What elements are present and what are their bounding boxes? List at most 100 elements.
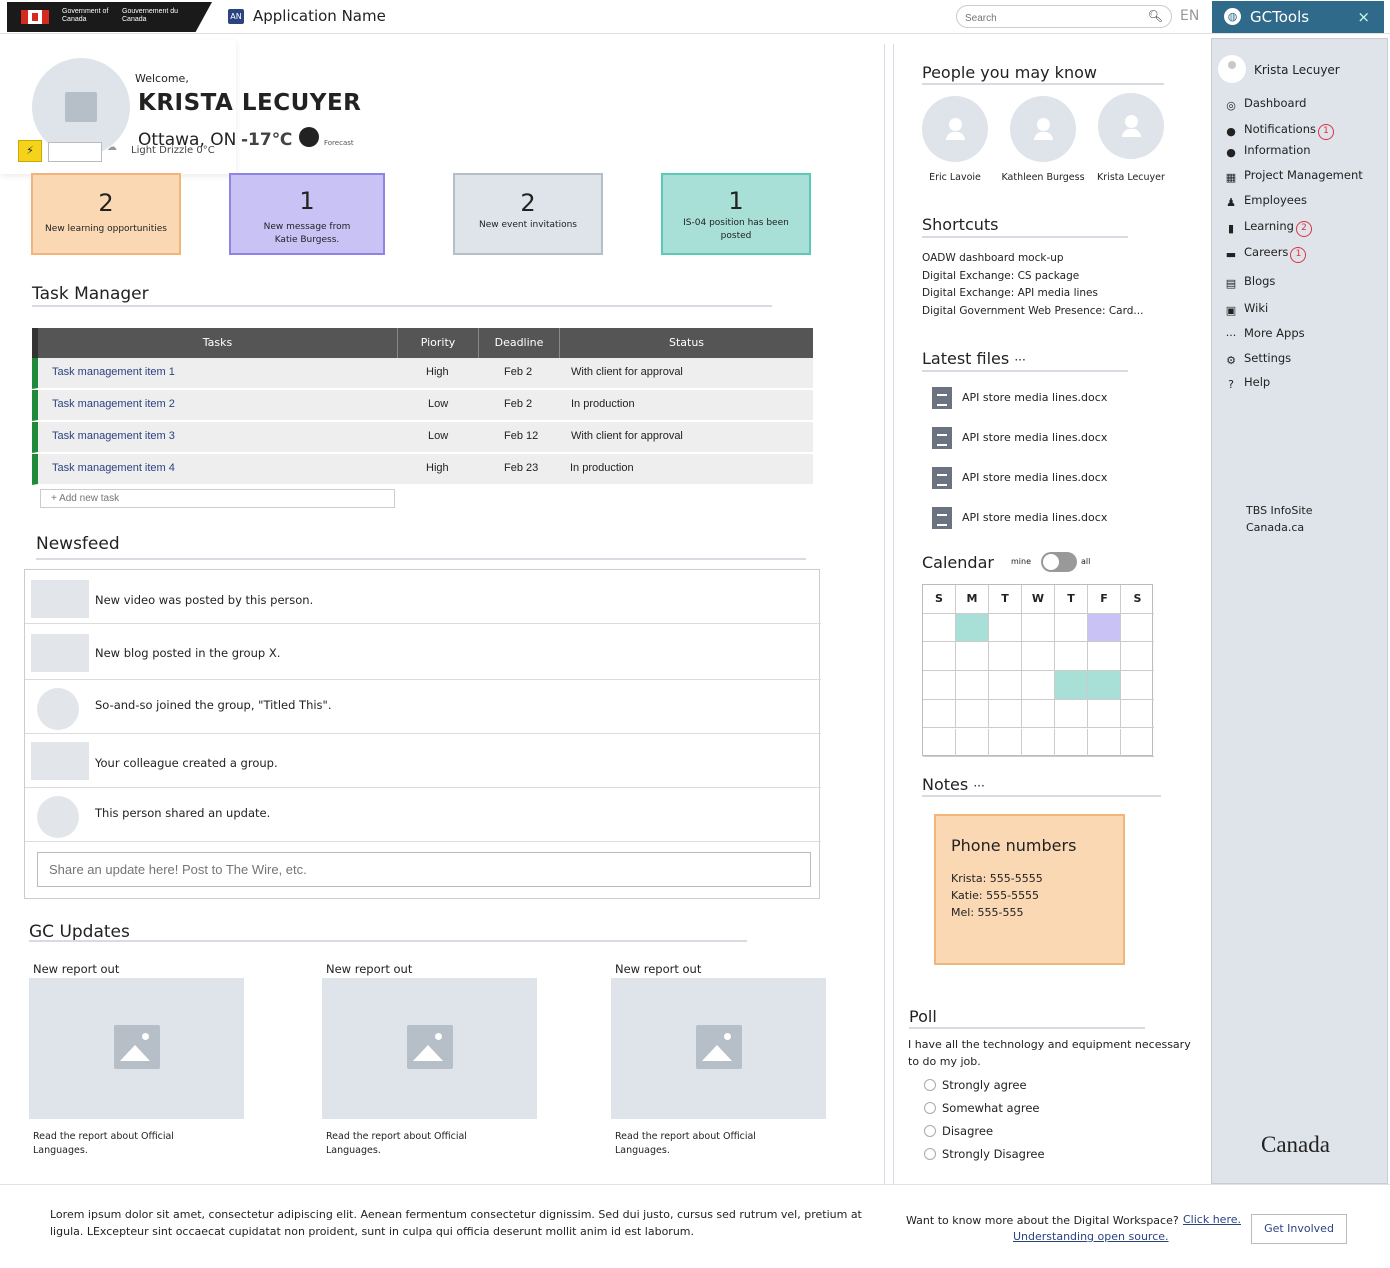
more-icon[interactable]: ··· [973,779,984,793]
open-source-link[interactable]: Understanding open source. [1013,1230,1169,1243]
sidebar-item-learning[interactable]: ▮ Learning 2 [1224,217,1312,237]
newsfeed-item[interactable]: This person shared an update. [25,788,821,842]
tbs-infosite-link[interactable]: TBS InfoSite [1246,502,1313,519]
sidebar-item-blogs[interactable]: ▤ Blogs [1224,272,1276,290]
calendar-cell[interactable] [923,699,956,729]
card-message[interactable]: 1 New message from Katie Burgess. [229,173,385,255]
more-icon[interactable]: ··· [1014,353,1025,367]
sidebar-item-more-apps[interactable]: ··· More Apps [1224,324,1305,342]
forecast-link[interactable]: Forecast [324,139,354,147]
column-header-priority[interactable]: Piority [398,328,479,358]
calendar-cell[interactable] [1088,642,1121,672]
click-here-link[interactable]: Click here. [1183,1213,1241,1226]
search-input[interactable] [957,8,1137,29]
calendar-event-cell[interactable] [1055,671,1088,700]
task-row[interactable]: Task management item 1 High Feb 2 With c… [32,358,813,389]
calendar-cell[interactable] [1022,642,1055,672]
file-item[interactable]: API store media lines.docx [932,467,1107,489]
sidebar-item-help[interactable]: ? Help [1224,373,1270,391]
poll-option[interactable]: Strongly agree [924,1077,1027,1093]
shortcut-link[interactable]: OADW dashboard mock-up [922,250,1143,268]
add-task-input[interactable] [40,489,395,508]
calendar-cell[interactable] [1022,699,1055,729]
sidebar-item-wiki[interactable]: ▣ Wiki [1224,299,1268,317]
report-title[interactable]: New report out [33,962,119,976]
poll-option[interactable]: Strongly Disagree [924,1146,1045,1162]
sidebar-item-project-management[interactable]: ▦ Project Management [1224,166,1363,184]
calendar-cell[interactable] [956,728,989,758]
weather-dropdown[interactable] [48,142,102,162]
report-title[interactable]: New report out [326,962,412,976]
calendar-cell[interactable] [956,642,989,672]
calendar-cell[interactable] [1055,613,1088,643]
shortcut-link[interactable]: Digital Exchange: CS package [922,268,1143,286]
radio-icon[interactable] [924,1102,936,1114]
newsfeed-item[interactable]: New video was posted by this person. [25,570,821,624]
calendar-cell[interactable] [1055,699,1088,729]
radio-icon[interactable] [924,1125,936,1137]
radio-icon[interactable] [924,1148,936,1160]
sidebar-item-settings[interactable]: ⚙ Settings [1224,349,1291,367]
sidebar-item-information[interactable]: ● Information [1224,141,1310,159]
file-item[interactable]: API store media lines.docx [932,427,1107,449]
file-item[interactable]: API store media lines.docx [932,387,1107,409]
search-box[interactable]: 🔍︎ [956,5,1172,29]
shortcut-link[interactable]: Digital Government Web Presence: Card... [922,303,1143,321]
canada-ca-link[interactable]: Canada.ca [1246,519,1313,536]
calendar-event-cell[interactable] [956,613,989,643]
column-header-deadline[interactable]: Deadline [479,328,560,358]
poll-option[interactable]: Disagree [924,1123,993,1139]
calendar-cell[interactable] [1121,671,1154,700]
calendar-cell[interactable] [1121,614,1154,643]
calendar-cell[interactable] [989,642,1022,672]
calendar-cell[interactable] [1022,671,1055,700]
calendar-cell[interactable] [1121,642,1154,672]
sidebar-item-dashboard[interactable]: ◎ Dashboard [1224,94,1306,112]
calendar-toggle[interactable] [1041,552,1077,572]
person-card[interactable]: Kathleen Burgess [998,96,1088,183]
calendar-cell[interactable] [989,728,1022,758]
poll-option[interactable]: Somewhat agree [924,1100,1040,1116]
government-signature[interactable]: Government of Canada Gouvernement du Can… [7,2,212,32]
newsfeed-item[interactable]: Your colleague created a group. [25,734,821,788]
card-learning[interactable]: 2 New learning opportunities [31,173,181,255]
app-name[interactable]: Application Name [253,7,386,25]
sidebar-item-notifications[interactable]: ● Notifications 1 [1224,120,1334,140]
calendar-cell[interactable] [989,613,1022,643]
calendar-event-cell[interactable] [1088,613,1121,643]
calendar-grid[interactable]: SMTWTFS [922,584,1154,758]
report-image[interactable] [611,978,826,1119]
shortcut-link[interactable]: Digital Exchange: API media lines [922,285,1143,303]
file-item[interactable]: API store media lines.docx [932,507,1107,529]
report-image[interactable] [29,978,244,1119]
card-events[interactable]: 2 New event invitations [453,173,603,255]
gctools-bar[interactable]: ◍ GCTools × [1212,1,1384,33]
calendar-cell[interactable] [1088,699,1121,729]
person-card[interactable]: Eric Lavoie [910,96,1000,183]
person-card[interactable]: Krista Lecuyer [1086,93,1176,183]
share-update-input[interactable] [37,852,811,887]
sidebar-item-careers[interactable]: ▬ Careers 1 [1224,243,1307,263]
calendar-cell[interactable] [989,699,1022,729]
newsfeed-item[interactable]: New blog posted in the group X. [25,626,821,680]
sidebar-item-employees[interactable]: ♟ Employees [1224,191,1307,209]
calendar-cell[interactable] [923,728,956,758]
task-row[interactable]: Task management item 3 Low Feb 12 With c… [32,422,813,453]
calendar-event-cell[interactable] [1088,671,1121,700]
get-involved-button[interactable]: Get Involved [1251,1214,1347,1244]
calendar-cell[interactable] [956,671,989,700]
task-row[interactable]: Task management item 2 Low Feb 2 In prod… [32,390,813,421]
calendar-cell[interactable] [1121,700,1154,729]
calendar-cell[interactable] [923,642,956,672]
radio-icon[interactable] [924,1079,936,1091]
newsfeed-item[interactable]: So-and-so joined the group, "Titled This… [25,680,821,734]
task-row[interactable]: Task management item 4 High Feb 23 In pr… [32,454,813,485]
calendar-cell[interactable] [1055,642,1088,672]
calendar-cell[interactable] [1022,613,1055,643]
task-link[interactable]: Task management item 1 [52,366,175,378]
calendar-cell[interactable] [1022,728,1055,758]
report-title[interactable]: New report out [615,962,701,976]
task-link[interactable]: Task management item 3 [52,430,175,442]
calendar-cell[interactable] [923,671,956,700]
sidebar-profile[interactable]: Krista Lecuyer [1218,55,1383,85]
